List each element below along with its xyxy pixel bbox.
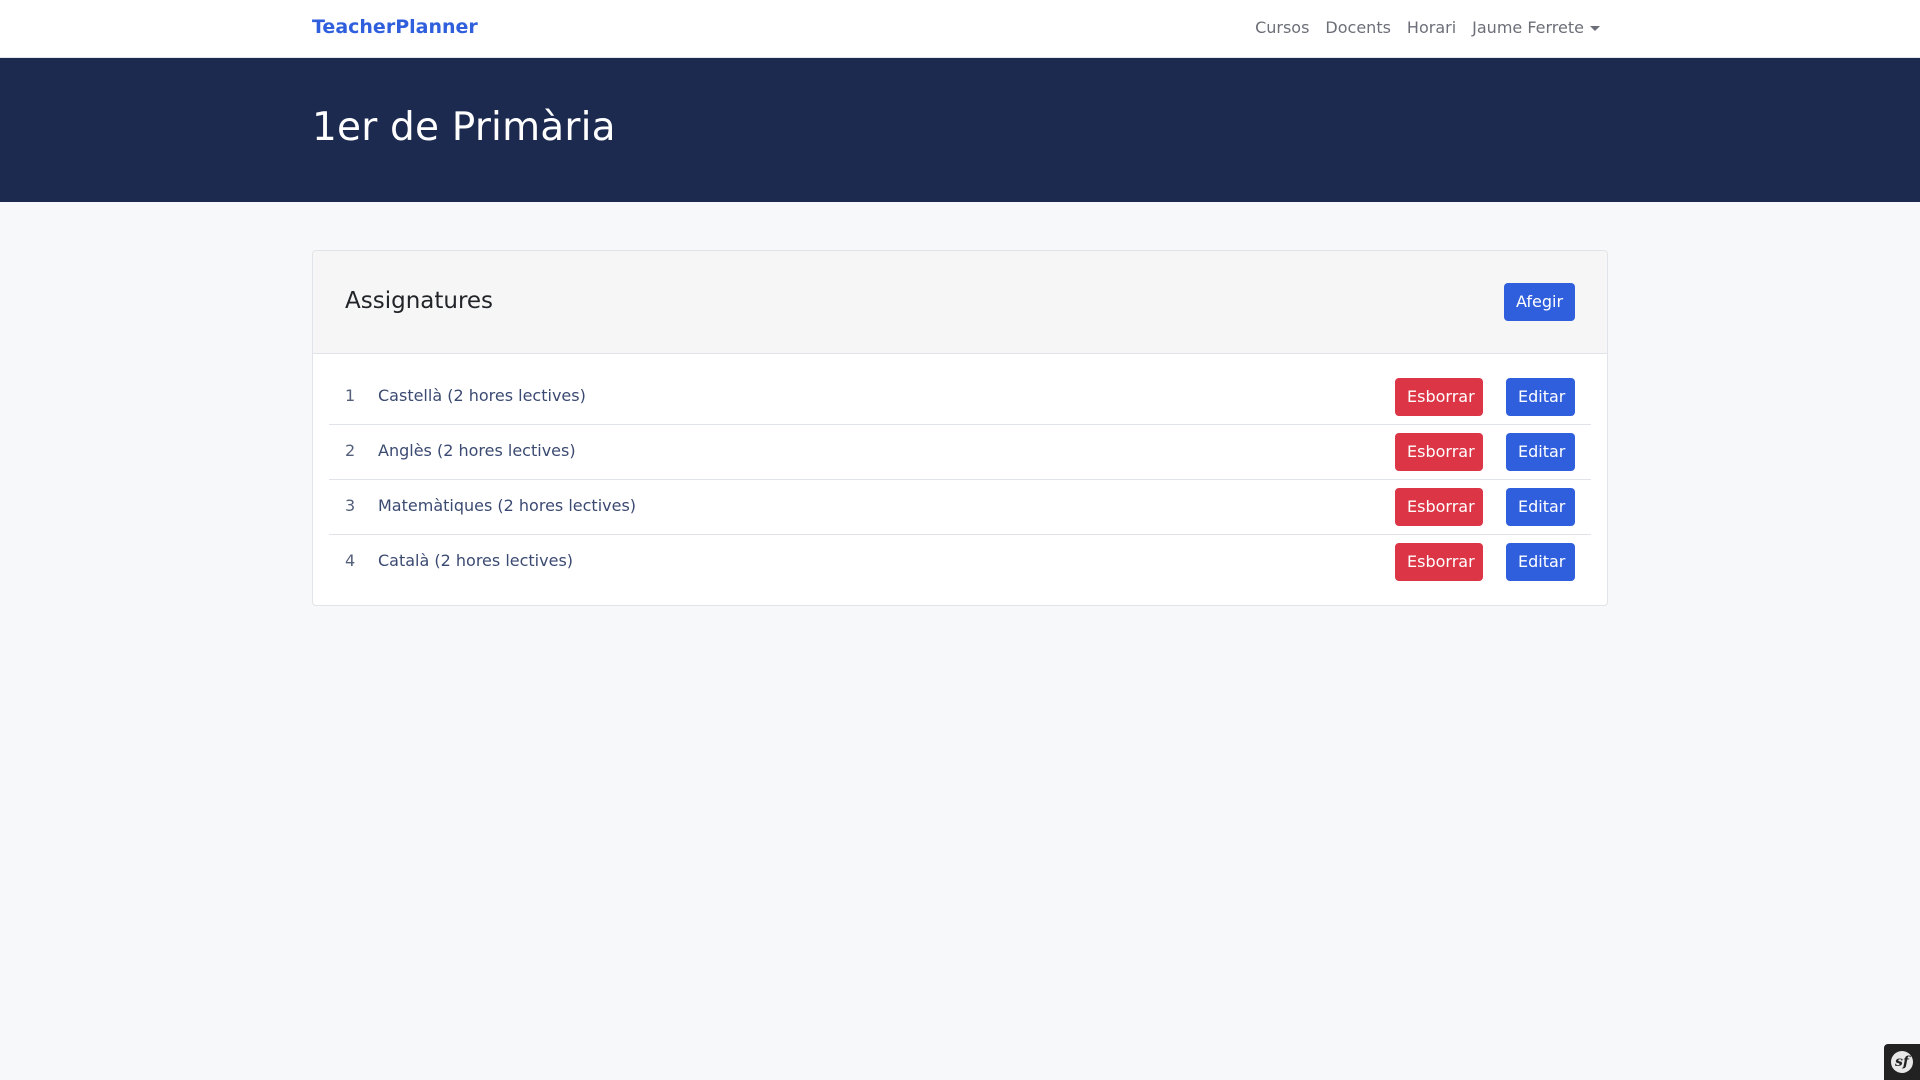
edit-button[interactable]: Editar (1506, 433, 1575, 471)
edit-button[interactable]: Editar (1506, 378, 1575, 416)
list-item: 4 Català (2 hores lectives) Esborrar Edi… (329, 535, 1591, 590)
item-label: Castellà (2 hores lectives) (378, 386, 586, 405)
item-number: 3 (345, 496, 356, 515)
subjects-card: Assignatures Afegir 1 Castellà (2 hores … (312, 250, 1608, 606)
user-dropdown[interactable]: Jaume Ferrete (1472, 18, 1600, 37)
item-label: Matemàtiques (2 hores lectives) (378, 496, 637, 515)
delete-button[interactable]: Esborrar (1395, 433, 1483, 471)
card-header: Assignatures Afegir (313, 251, 1607, 354)
list-item: 2 Anglès (2 hores lectives) Esborrar Edi… (329, 425, 1591, 480)
edit-button[interactable]: Editar (1506, 543, 1575, 581)
nav-link-cursos[interactable]: Cursos (1255, 18, 1309, 37)
item-number: 4 (345, 551, 356, 570)
top-navbar: TeacherPlanner Cursos Docents Horari Jau… (0, 0, 1920, 58)
item-label: Català (2 hores lectives) (378, 551, 574, 570)
page-title: 1er de Primària (312, 105, 616, 150)
brand-link[interactable]: TeacherPlanner (312, 16, 478, 38)
list-item: 3 Matemàtiques (2 hores lectives) Esborr… (329, 480, 1591, 535)
nav-link-docents[interactable]: Docents (1325, 18, 1391, 37)
debug-toolbar-toggle[interactable]: sf (1884, 1044, 1920, 1080)
nav-link-horari[interactable]: Horari (1407, 18, 1456, 37)
subject-list: 1 Castellà (2 hores lectives) Esborrar E… (329, 354, 1591, 590)
symfony-logo-icon: sf (1891, 1051, 1913, 1073)
nav-links: Cursos Docents Horari Jaume Ferrete (1255, 18, 1600, 37)
list-item: 1 Castellà (2 hores lectives) Esborrar E… (329, 370, 1591, 425)
delete-button[interactable]: Esborrar (1395, 378, 1483, 416)
card-title: Assignatures (345, 288, 494, 314)
page-header: 1er de Primària (0, 58, 1920, 202)
delete-button[interactable]: Esborrar (1395, 488, 1483, 526)
item-label: Anglès (2 hores lectives) (378, 441, 576, 460)
edit-button[interactable]: Editar (1506, 488, 1575, 526)
add-subject-button[interactable]: Afegir (1504, 283, 1575, 321)
delete-button[interactable]: Esborrar (1395, 543, 1483, 581)
user-name: Jaume Ferrete (1472, 18, 1584, 37)
item-number: 2 (345, 441, 356, 460)
item-number: 1 (345, 386, 356, 405)
chevron-down-icon (1590, 26, 1600, 31)
